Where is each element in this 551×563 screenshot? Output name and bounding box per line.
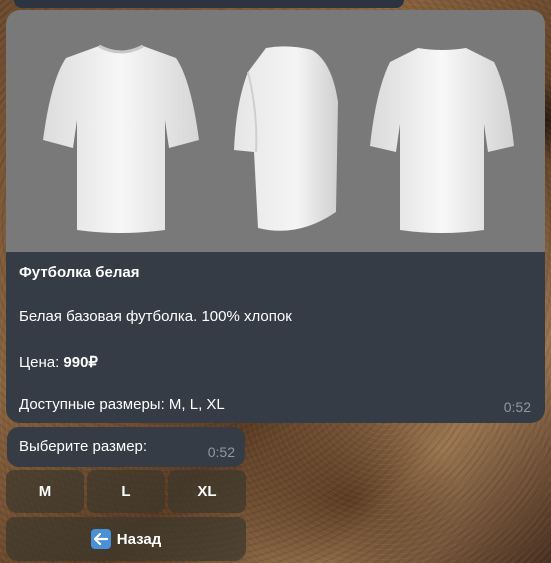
available-sizes: Доступные размеры: M, L, XL (19, 396, 225, 413)
prompt-timestamp: 0:52 (207, 444, 235, 460)
back-arrow-icon (90, 529, 111, 549)
back-button[interactable]: Назад (6, 517, 246, 561)
previous-message-edge (14, 0, 404, 8)
product-photo[interactable] (6, 10, 545, 252)
price-label: Цена: (19, 354, 64, 371)
size-prompt-message: Выберите размер: 0:52 (7, 427, 245, 467)
price-value: 990₽ (63, 354, 98, 371)
back-button-label: Назад (116, 530, 162, 548)
product-title: Футболка белая (19, 264, 140, 281)
tshirt-front-image (43, 44, 199, 233)
tshirt-side-image (234, 46, 338, 231)
size-prompt-text: Выберите размер: (19, 438, 148, 455)
product-price: Цена: 990₽ (19, 353, 98, 371)
message-timestamp: 0:52 (503, 399, 531, 415)
size-m-button[interactable]: M (6, 470, 84, 513)
tshirt-back-image (370, 48, 514, 233)
size-xl-button[interactable]: XL (168, 470, 246, 513)
product-description: Белая базовая футболка. 100% хлопок (19, 308, 292, 325)
size-l-button[interactable]: L (87, 470, 165, 513)
product-message: Футболка белая Белая базовая футболка. 1… (6, 10, 545, 423)
